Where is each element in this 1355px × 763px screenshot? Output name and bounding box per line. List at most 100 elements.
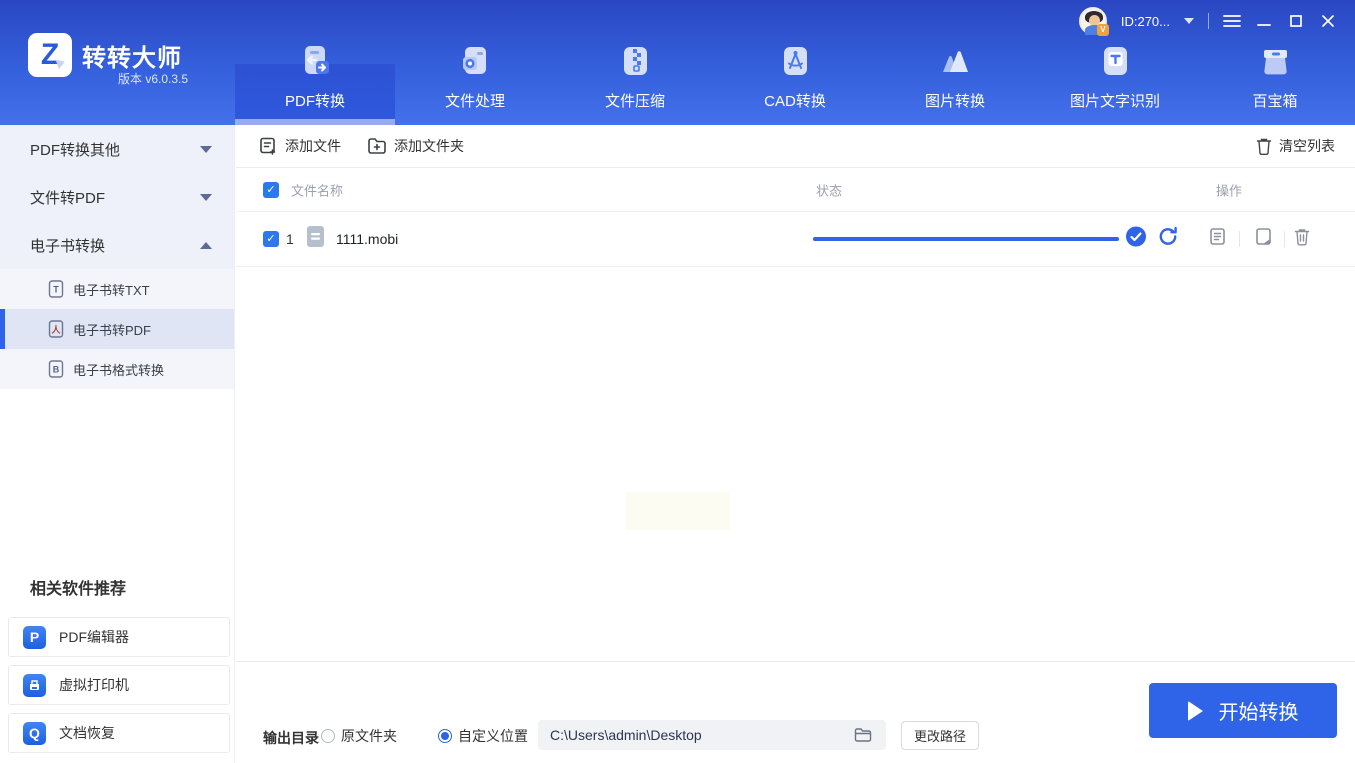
- clear-list-label: 清空列表: [1279, 138, 1335, 154]
- folder-browse-icon[interactable]: [854, 727, 872, 748]
- user-avatar[interactable]: V: [1078, 7, 1109, 36]
- logo-letter: Z: [40, 38, 60, 71]
- cad-convert-icon: [776, 42, 814, 80]
- main-content: 添加文件 添加文件夹 清空列表 ✓ 文件名称 状态 操作 ✓ 1 1111.mo…: [236, 125, 1355, 763]
- sidebar-menu: PDF转换其他 文件转PDF 电子书转换 T 电子书转TXT 人 电子书转PDF…: [0, 125, 234, 389]
- change-path-button[interactable]: 更改路径: [901, 721, 979, 750]
- promo-label: 文档恢复: [59, 725, 115, 741]
- sidebar-group-pdf-other[interactable]: PDF转换其他: [0, 125, 234, 173]
- app-logo: Z: [28, 33, 72, 77]
- group-label: 电子书转换: [30, 237, 106, 255]
- menu-icon[interactable]: [1223, 12, 1241, 30]
- promo-label: 虚拟打印机: [59, 677, 129, 693]
- virtual-printer-icon: [23, 673, 46, 697]
- view-log-icon[interactable]: [1208, 227, 1227, 251]
- divider: [1284, 231, 1285, 247]
- add-file-button[interactable]: 添加文件: [259, 136, 341, 156]
- output-path-input[interactable]: [538, 720, 886, 750]
- refresh-icon[interactable]: [1157, 226, 1179, 253]
- chevron-down-icon: [200, 145, 212, 153]
- app-version: 版本 v6.0.3.5: [118, 72, 189, 86]
- image-convert-icon: [936, 42, 974, 80]
- divider: [1208, 13, 1209, 29]
- tab-image-convert[interactable]: 图片转换: [875, 0, 1035, 125]
- window-controls: V ID:270...: [1078, 0, 1355, 42]
- pdf-editor-icon: P: [23, 625, 46, 649]
- open-folder-icon[interactable]: [1254, 227, 1273, 251]
- tab-file-process[interactable]: 文件处理: [395, 0, 555, 125]
- minimize-icon[interactable]: [1255, 12, 1273, 30]
- tab-label: 文件压缩: [604, 93, 665, 110]
- promo-virtual-printer[interactable]: 虚拟打印机: [8, 665, 230, 705]
- radio-custom-location[interactable]: 自定义位置: [438, 726, 528, 746]
- column-actions: 操作: [1216, 183, 1243, 198]
- app-title: 转转大师: [82, 45, 182, 72]
- maximize-icon[interactable]: [1287, 12, 1305, 30]
- column-name: 文件名称: [291, 183, 344, 198]
- group-label: 文件转PDF: [30, 189, 106, 207]
- sidebar-submenu: T 电子书转TXT 人 电子书转PDF B 电子书格式转换: [0, 269, 234, 389]
- delete-row-icon[interactable]: [1294, 228, 1310, 251]
- sidebar-group-file-to-pdf[interactable]: 文件转PDF: [0, 173, 234, 221]
- chevron-down-icon[interactable]: [1184, 18, 1194, 24]
- radio-circle-selected-icon[interactable]: [438, 729, 452, 743]
- file-name: 1111.mobi: [336, 231, 399, 247]
- vip-badge-icon: V: [1096, 24, 1109, 36]
- output-footer: 输出目录 原文件夹 自定义位置 更改路径 开始转换: [236, 661, 1355, 763]
- close-icon[interactable]: [1319, 12, 1337, 30]
- radio-label: 自定义位置: [458, 728, 528, 744]
- start-convert-button[interactable]: 开始转换: [1149, 683, 1337, 738]
- brand: Z 转转大师 版本 v6.0.3.5: [0, 0, 235, 125]
- tab-label: 图片文字识别: [1069, 93, 1160, 110]
- user-id[interactable]: ID:270...: [1121, 14, 1170, 29]
- doc-restore-icon: Q: [23, 721, 46, 745]
- txt-doc-icon: T: [48, 280, 64, 298]
- radio-label: 原文件夹: [341, 728, 397, 744]
- ocr-icon: [1096, 42, 1134, 80]
- sidebar: PDF转换其他 文件转PDF 电子书转换 T 电子书转TXT 人 电子书转PDF…: [0, 125, 235, 763]
- clear-list-button[interactable]: 清空列表: [1256, 136, 1335, 156]
- tab-label: PDF转换: [284, 93, 345, 110]
- sidebar-item-label: 电子书转PDF: [73, 322, 152, 338]
- row-checkbox[interactable]: ✓: [263, 231, 279, 247]
- row-index: 1: [286, 231, 294, 247]
- tab-label: 百宝箱: [1252, 93, 1298, 110]
- svg-text:T: T: [53, 285, 59, 295]
- promo-doc-restore[interactable]: Q 文档恢复: [8, 713, 230, 753]
- tab-label: 文件处理: [444, 93, 505, 110]
- promo-pdf-editor[interactable]: P PDF编辑器: [8, 617, 230, 657]
- sidebar-item-label: 电子书转TXT: [73, 282, 150, 298]
- sidebar-item-ebook-to-txt[interactable]: T 电子书转TXT: [0, 269, 234, 309]
- play-icon: [1187, 700, 1203, 721]
- related-software-heading: 相关软件推荐: [30, 581, 127, 598]
- svg-text:人: 人: [50, 324, 61, 335]
- file-icon: [306, 225, 325, 253]
- pdf-convert-icon: [296, 42, 334, 80]
- add-folder-button[interactable]: 添加文件夹: [367, 136, 464, 156]
- sidebar-item-ebook-to-pdf[interactable]: 人 电子书转PDF: [0, 309, 234, 349]
- divider: [1239, 231, 1240, 247]
- sidebar-item-ebook-format-convert[interactable]: B 电子书格式转换: [0, 349, 234, 389]
- file-compress-icon: [616, 42, 654, 80]
- group-label: PDF转换其他: [30, 141, 121, 159]
- sidebar-group-ebook-convert[interactable]: 电子书转换: [0, 221, 234, 269]
- chevron-up-icon: [200, 241, 212, 249]
- toolbox-icon: [1256, 42, 1294, 80]
- radio-circle-icon[interactable]: [321, 729, 335, 743]
- tab-file-compress[interactable]: 文件压缩: [555, 0, 715, 125]
- tab-pdf-convert[interactable]: PDF转换: [235, 0, 395, 125]
- progress-bar: [813, 237, 1119, 241]
- table-row: ✓ 1 1111.mobi: [236, 212, 1355, 267]
- select-all-checkbox[interactable]: ✓: [263, 181, 279, 198]
- column-status: 状态: [816, 183, 843, 198]
- tab-label: CAD转换: [764, 93, 826, 110]
- add-file-label: 添加文件: [285, 138, 341, 154]
- output-dir-label: 输出目录: [263, 730, 319, 746]
- tab-cad-convert[interactable]: CAD转换: [715, 0, 875, 125]
- add-folder-label: 添加文件夹: [394, 138, 464, 154]
- file-process-icon: [456, 42, 494, 80]
- trash-icon: [1256, 138, 1272, 155]
- file-toolbar: 添加文件 添加文件夹 清空列表: [236, 125, 1355, 168]
- radio-original-folder[interactable]: 原文件夹: [321, 726, 397, 746]
- watermark: [626, 492, 730, 530]
